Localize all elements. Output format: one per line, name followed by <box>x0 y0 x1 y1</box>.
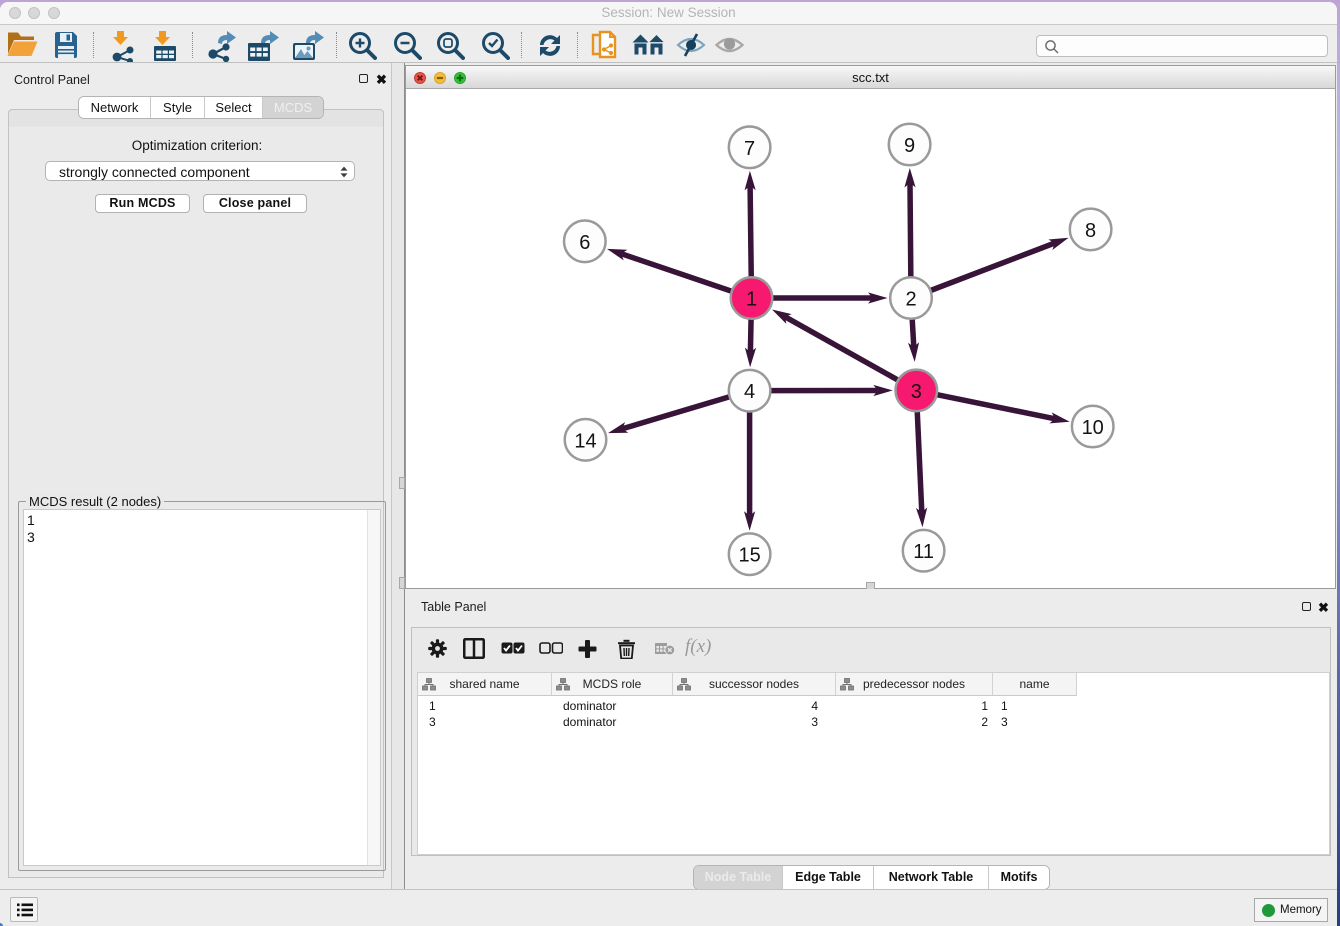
svg-text:11: 11 <box>913 541 934 563</box>
svg-text:15: 15 <box>738 545 760 567</box>
svg-text:10: 10 <box>1082 417 1104 439</box>
svg-text:3: 3 <box>911 381 922 403</box>
svg-text:7: 7 <box>744 138 755 160</box>
svg-text:6: 6 <box>579 232 590 254</box>
svg-text:9: 9 <box>904 135 915 157</box>
svg-text:1: 1 <box>746 289 757 311</box>
svg-text:4: 4 <box>744 381 755 403</box>
svg-text:2: 2 <box>905 289 916 311</box>
svg-text:14: 14 <box>574 430 596 452</box>
svg-text:8: 8 <box>1085 220 1096 242</box>
